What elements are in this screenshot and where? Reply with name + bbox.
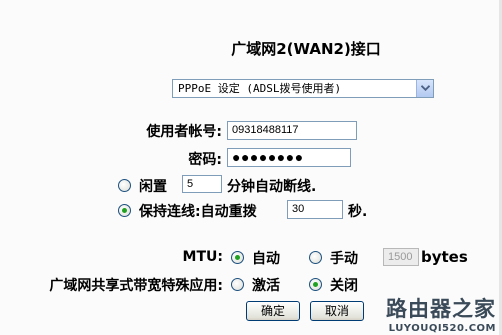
bandwidth-off-label: 关闭 [330,278,358,294]
watermark-logo: 路由器之家 [386,297,496,321]
mtu-manual-label: 手动 [330,251,358,267]
mtu-label: MTU: [182,249,223,265]
keepalive-label: 保持连线:自动重拨 [139,204,257,220]
mtu-unit: bytes [421,248,468,266]
mtu-auto-label: 自动 [252,251,280,267]
username-field[interactable]: 09318488117 [227,121,357,140]
connection-type-selected: PPPoE 设定 (ADSL拨号使用者) [178,82,342,95]
bandwidth-activate-label: 激活 [252,278,280,294]
keepalive-radio[interactable] [118,204,131,217]
ok-button[interactable]: 确定 [246,301,300,321]
password-label: 密码: [188,152,222,168]
idle-radio[interactable] [118,179,131,192]
mtu-manual-radio[interactable] [309,251,322,264]
mtu-auto-radio[interactable] [231,251,244,264]
connection-type-select[interactable]: PPPoE 设定 (ADSL拨号使用者) [172,79,434,98]
idle-minutes-field[interactable]: 5 [182,175,222,193]
bandwidth-sharing-label: 广域网共享式带宽特殊应用: [49,278,223,294]
cancel-button[interactable]: 取消 [310,301,364,321]
idle-suffix: 分钟自动断线. [227,179,317,195]
mtu-value-field[interactable]: 1500 [383,248,419,266]
watermark-url: LUYOUQI520.COM [388,323,496,334]
bandwidth-off-radio[interactable] [309,278,322,291]
username-label: 使用者帐号: [146,124,222,140]
page-title: 广域网2(WAN2)接口 [231,40,381,58]
select-dropdown-button[interactable] [416,80,433,97]
idle-label: 闲置 [139,179,167,195]
bandwidth-activate-radio[interactable] [231,278,244,291]
chevron-down-icon [420,85,430,91]
password-field[interactable]: ●●●●●●●● [227,148,351,167]
keepalive-seconds-field[interactable]: 30 [287,200,343,219]
keepalive-suffix: 秒. [348,204,368,220]
